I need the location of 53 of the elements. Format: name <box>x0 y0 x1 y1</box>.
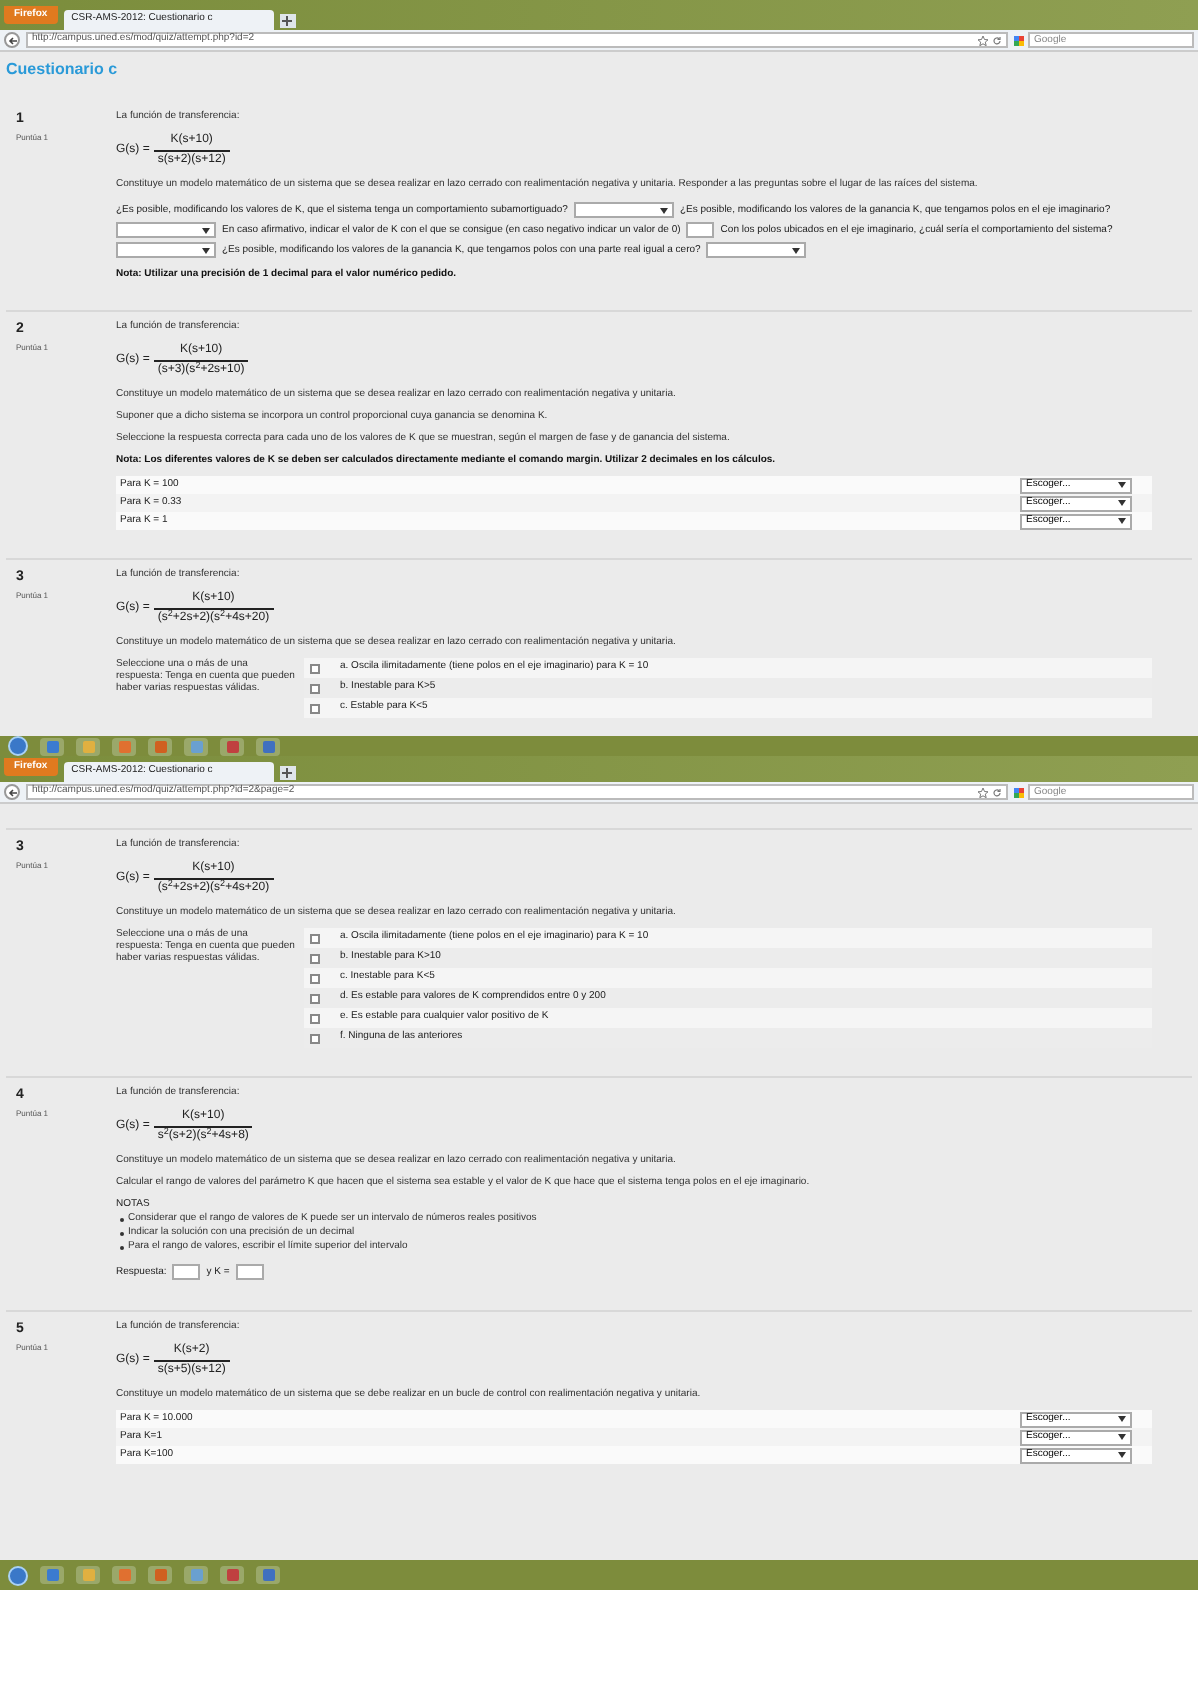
caret-icon <box>659 207 668 213</box>
input-field[interactable] <box>235 1264 264 1280</box>
taskbar-app-icon[interactable] <box>184 737 208 755</box>
caret-icon <box>792 247 801 253</box>
reload-icon[interactable] <box>992 787 1002 797</box>
taskbar-app-icon[interactable] <box>220 737 244 755</box>
caret-icon <box>1118 518 1126 524</box>
caret-icon <box>1118 1416 1126 1422</box>
checkbox[interactable] <box>310 1033 320 1043</box>
taskbar-app-icon[interactable] <box>256 1566 280 1584</box>
new-tab-icon[interactable] <box>279 14 296 28</box>
page-heading: Cuestionario c <box>6 58 120 82</box>
taskbar-app-icon[interactable] <box>112 737 136 755</box>
taskbar-app-icon[interactable] <box>76 1566 100 1584</box>
taskbar-app-icon[interactable] <box>112 1566 136 1584</box>
taskbar-app-icon[interactable] <box>40 1566 64 1584</box>
checkbox[interactable] <box>310 663 320 673</box>
dropdown[interactable] <box>116 242 216 258</box>
checkbox[interactable] <box>310 933 320 943</box>
star-icon[interactable] <box>978 35 988 45</box>
taskbar-app-icon[interactable] <box>256 737 280 755</box>
search-engine-icon <box>1014 35 1024 45</box>
taskbar-app-icon[interactable] <box>40 737 64 755</box>
checkbox[interactable] <box>310 953 320 963</box>
checkbox[interactable] <box>310 703 320 713</box>
checkbox[interactable] <box>310 683 320 693</box>
caret-icon <box>1118 500 1126 506</box>
start-button[interactable] <box>8 1565 28 1585</box>
start-button[interactable] <box>8 736 28 756</box>
input-field[interactable] <box>686 222 715 238</box>
caret-icon <box>202 247 210 253</box>
input-field[interactable] <box>172 1264 201 1280</box>
taskbar-app-icon[interactable] <box>220 1566 244 1584</box>
dropdown[interactable] <box>116 222 216 238</box>
back-icon[interactable] <box>4 32 20 48</box>
taskbar-app-icon[interactable] <box>76 737 100 755</box>
taskbar-app-icon[interactable] <box>184 1566 208 1584</box>
reload-icon[interactable] <box>992 35 1002 45</box>
dropdown[interactable] <box>706 242 807 258</box>
checkbox[interactable] <box>310 993 320 1003</box>
search-engine-icon <box>1014 787 1024 797</box>
dropdown[interactable] <box>573 202 674 218</box>
back-icon[interactable] <box>4 784 20 800</box>
caret-icon <box>1118 1434 1126 1440</box>
caret-icon <box>202 227 210 233</box>
taskbar-app-icon[interactable] <box>148 737 172 755</box>
checkbox[interactable] <box>310 973 320 983</box>
star-icon[interactable] <box>978 787 988 797</box>
caret-icon <box>1118 482 1126 488</box>
taskbar-app-icon[interactable] <box>148 1566 172 1584</box>
new-tab-icon[interactable] <box>279 766 296 780</box>
checkbox[interactable] <box>310 1013 320 1023</box>
caret-icon <box>1118 1452 1126 1458</box>
